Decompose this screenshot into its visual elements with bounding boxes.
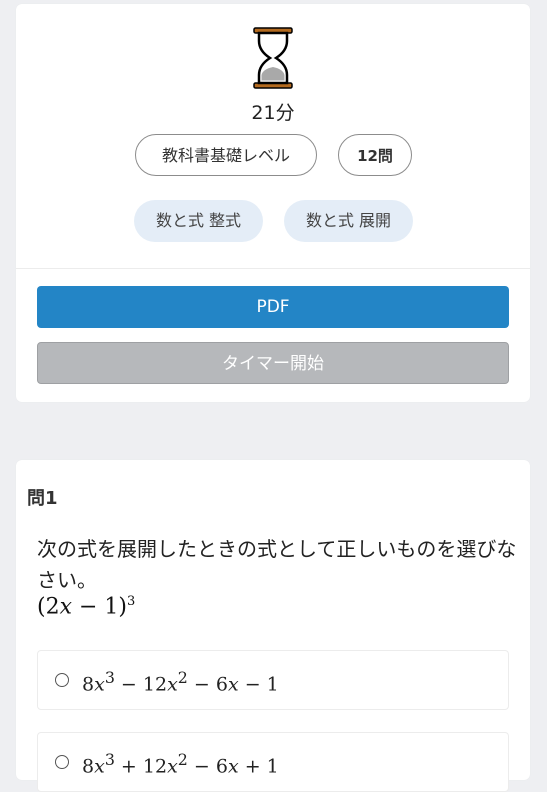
duration-text: 21分 — [251, 102, 295, 124]
start-timer-button[interactable]: タイマー開始 — [37, 342, 509, 384]
level-badge: 教科書基礎レベル — [135, 134, 317, 176]
question-text: 次の式を展開したときの式として正しいものを選びなさい。 — [37, 537, 517, 592]
answer-option[interactable]: 8𝑥3 + 12𝑥2 − 6𝑥 + 1 — [37, 732, 509, 792]
quiz-info-card: 21分 教科書基礎レベル 12問 数と式 整式 数と式 展開 PDF タイマー開… — [16, 4, 530, 402]
radio-circle-icon[interactable] — [55, 755, 69, 769]
topic-tag[interactable]: 数と式 整式 — [134, 200, 263, 242]
radio-circle-icon[interactable] — [55, 673, 69, 687]
question-expression: (2𝑥 − 1)3 — [37, 594, 136, 620]
question-count-badge: 12問 — [338, 134, 412, 176]
pdf-button[interactable]: PDF — [37, 286, 509, 328]
topic-tag[interactable]: 数と式 展開 — [284, 200, 413, 242]
answer-option[interactable]: 8𝑥3 − 12𝑥2 − 6𝑥 − 1 — [37, 650, 509, 710]
question-title: 問1 — [27, 488, 58, 509]
option-text: 8𝑥3 − 12𝑥2 − 6𝑥 − 1 — [82, 668, 279, 696]
divider — [16, 268, 530, 269]
hourglass-icon — [253, 27, 293, 89]
option-text: 8𝑥3 + 12𝑥2 − 6𝑥 + 1 — [82, 750, 279, 778]
question-card: 問1 次の式を展開したときの式として正しいものを選びなさい。 (2𝑥 − 1)3… — [16, 460, 530, 792]
